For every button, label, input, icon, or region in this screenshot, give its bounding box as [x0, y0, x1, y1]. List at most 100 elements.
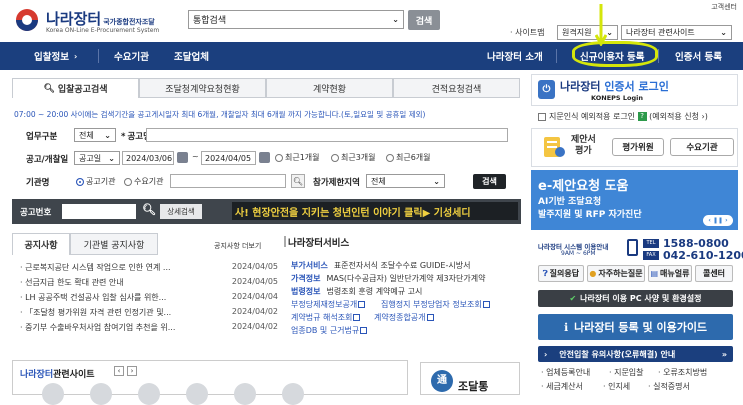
callcenter-button[interactable]: 콜센터: [695, 265, 733, 282]
faq-button[interactable]: ● 자주하는질문: [587, 265, 645, 282]
region-select[interactable]: 전체 ⌄: [366, 174, 445, 188]
news-ticker[interactable]: 사! 현장안전을 지키는 청년인턴 이야기 클릭▶ 기성세디: [232, 202, 518, 220]
search-select[interactable]: 통합검색 ⌄: [188, 10, 404, 29]
logo-icon[interactable]: [12, 8, 42, 32]
section-divider: [284, 236, 286, 247]
calendar-icon[interactable]: [177, 152, 188, 163]
nav-item-agency[interactable]: 수요기관: [114, 42, 149, 70]
radio-icon: [275, 153, 283, 162]
agency-label: 기관명: [26, 178, 50, 188]
related-site-logo[interactable]: [42, 383, 64, 405]
nav-item-cert-register[interactable]: 인증서 등록: [675, 42, 722, 70]
login-title[interactable]: 나라장터 인증서 로그인: [560, 78, 669, 94]
bottom-link[interactable]: · 오류조치방법: [658, 367, 707, 378]
date-from-input[interactable]: 2024/03/06: [122, 151, 174, 165]
external-link-icon: [358, 301, 366, 308]
tab-contract-request[interactable]: 조달청계약요청현황: [139, 78, 266, 98]
nav-divider: [98, 49, 99, 63]
type-label: 업무구분: [26, 132, 58, 142]
period-label: 공고/개찰일: [26, 155, 69, 165]
chevron-down-icon: ⌄: [720, 28, 727, 37]
related-sites-select[interactable]: 나라장터 관련사이트 ⌄: [621, 25, 732, 40]
bottom-link[interactable]: · 세금계산서: [541, 381, 583, 392]
service-row: 법령정보 법령조회 훈령 계약예규 고시: [291, 287, 423, 296]
qna-button[interactable]: ❓︎ 질의응답: [538, 265, 584, 282]
checkbox-icon[interactable]: [538, 112, 546, 121]
remote-support-select[interactable]: 원격지원 ⌄: [557, 25, 618, 40]
chevron-down-icon: ⌄: [392, 15, 399, 24]
agency-search-icon[interactable]: 🔍︎: [291, 174, 305, 188]
demand-agency-button[interactable]: 수요기관: [670, 138, 734, 156]
form-search-button[interactable]: 검색: [473, 174, 506, 189]
agency-input[interactable]: [170, 174, 286, 188]
registration-guide-button[interactable]: ℹ 나라장터 등록 및 이용가이드: [538, 314, 733, 340]
nav-item-bid-info[interactable]: 입찰정보 ›: [34, 42, 77, 70]
service-row: 부가서비스 표준전자서식 조달수수료 GUIDE-시방서: [291, 261, 471, 270]
radio-6months[interactable]: 최근6개월: [386, 152, 431, 163]
industry-db-link[interactable]: 업종DB 및 근거법규: [291, 325, 368, 336]
double-chevron-icon: »: [721, 349, 727, 359]
prev-arrow-icon[interactable]: ‹: [114, 366, 124, 376]
contract-law-link[interactable]: 계약법규 해석조회: [291, 312, 361, 323]
calendar-icon[interactable]: [259, 152, 270, 163]
suspended-info-link[interactable]: 집행정지 부정당업자 정보조회: [381, 299, 490, 310]
search-icon[interactable]: 🔍︎: [142, 203, 156, 216]
annotation-arrow-icon: [595, 4, 607, 46]
related-site-logo[interactable]: [186, 383, 208, 405]
banner-pager[interactable]: ‹ ❚❚ ›: [703, 215, 733, 226]
customer-center-link[interactable]: 고객센터: [711, 2, 737, 12]
proposal-icon: [538, 134, 568, 160]
period-type-select[interactable]: 공고일 ⌄: [74, 151, 120, 165]
radio-3months[interactable]: 최근3개월: [331, 152, 376, 163]
radio-demand-agency[interactable]: 수요기관: [124, 176, 163, 187]
radio-icon: [386, 153, 394, 162]
proposal-eval-label: 제안서 평가: [571, 135, 596, 156]
related-site-logo[interactable]: [282, 383, 304, 405]
related-site-logo[interactable]: [138, 383, 160, 405]
tab-contract-status[interactable]: 계약현황: [266, 78, 393, 98]
nav-item-about[interactable]: 나라장터 소개: [487, 42, 543, 70]
search-button[interactable]: 검색: [408, 10, 440, 30]
related-site-logo[interactable]: [234, 383, 256, 405]
notice-item[interactable]: · 근로복지공단 시스템 작업으로 인한 연계 ... 2024/04/05: [20, 262, 278, 276]
nav-item-supplier[interactable]: 조달업체: [174, 42, 209, 70]
contract-public-link[interactable]: 계약정종합공개: [374, 312, 434, 323]
safe-bid-bar[interactable]: › 안전입찰 유의사항(오류해결) 안내»: [538, 346, 733, 362]
tab-bid-search[interactable]: 🔍︎ 입찰공고검색: [12, 78, 139, 98]
tab-notices[interactable]: 공지사항: [12, 233, 70, 255]
bottom-link[interactable]: · 실적증명서: [648, 381, 690, 392]
pc-env-button[interactable]: ✔ 나라장터 이용 PC 사양 및 환경설정: [538, 290, 733, 307]
radio-notice-agency[interactable]: 공고기관: [76, 176, 115, 187]
evaluator-button[interactable]: 평가위원: [612, 138, 664, 156]
bottom-link[interactable]: · 인지세: [603, 381, 630, 392]
notice-item[interactable]: · 「조달청 평가위원 자격 관련 인정기관 및... 2024/04/02: [20, 307, 278, 321]
date-to-input[interactable]: 2024/04/05: [201, 151, 256, 165]
fax-number: 042-610-1200: [663, 249, 743, 262]
notice-item[interactable]: · 선금지급 한도 확대 관련 안내 2024/04/05: [20, 277, 278, 291]
search-period-notice: 07:00 ~ 20:00 사이에는 검색기간을 공고게시일자 최대 6개월, …: [14, 110, 426, 119]
chevron-down-icon: ⌄: [104, 130, 111, 140]
type-select[interactable]: 전체 ⌄: [74, 128, 116, 142]
related-site-logo[interactable]: [90, 383, 112, 405]
notice-item[interactable]: · LH 공공주택 건설공사 입찰 심사를 위한... 2024/04/04: [20, 292, 278, 306]
logo-title[interactable]: 나라장터 국가종합전자조달: [46, 8, 155, 29]
notices-more-link[interactable]: 공지사항 더보기: [214, 241, 261, 251]
title-input[interactable]: [146, 128, 508, 142]
next-arrow-icon[interactable]: ›: [127, 366, 137, 376]
notice-item[interactable]: · 중기부 수출바우처사업 참여기업 추천을 위... 2024/04/02: [20, 322, 278, 336]
help-badge-icon[interactable]: ?: [637, 112, 647, 121]
logo-subtitle: Korea ON-Line E-Procurement System: [46, 27, 160, 34]
chevron-right-icon: ›: [544, 349, 548, 359]
tab-agency-notices[interactable]: 기관별 공지사항: [70, 233, 158, 255]
tab-quote-search[interactable]: 견적요청검색: [393, 78, 520, 98]
services-title: 나라장터서비스: [288, 238, 350, 249]
sanction-info-link[interactable]: 부정당제재정보공개: [291, 299, 366, 310]
detail-search-button[interactable]: 상세검색: [160, 204, 202, 219]
fingerprint-exception-row[interactable]: 지문인식 예외적용 로그인 ? (예외적용 신청 ›): [538, 111, 708, 122]
radio-1month[interactable]: 최근1개월: [275, 152, 320, 163]
notice-number-input[interactable]: [62, 204, 136, 219]
manual-button[interactable]: ▤ 매뉴얼류: [648, 265, 692, 282]
bottom-link[interactable]: · 업체등록안내: [541, 367, 590, 378]
sitemap-link[interactable]: · 사이트맵: [510, 27, 545, 38]
bottom-link[interactable]: · 지문입찰: [609, 367, 644, 378]
